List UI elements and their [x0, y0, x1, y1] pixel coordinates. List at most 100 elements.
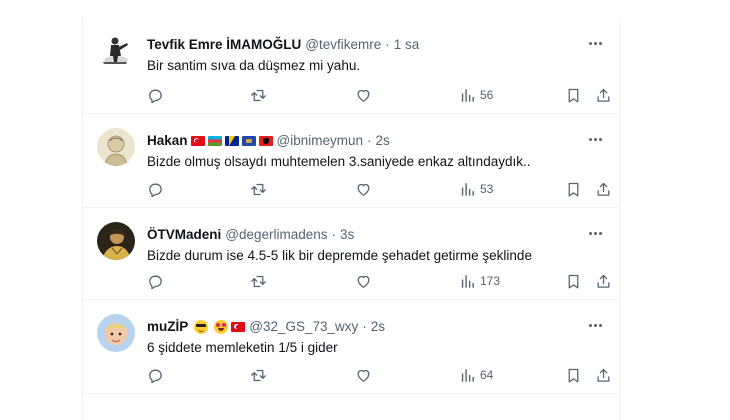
retweet-icon — [251, 183, 266, 195]
reply-button[interactable] — [147, 271, 164, 291]
bookmark-icon — [568, 274, 579, 289]
bookmark-icon — [568, 182, 579, 197]
action-bar: 53 — [143, 179, 612, 199]
flag-badges — [190, 136, 273, 146]
like-button[interactable] — [355, 365, 372, 385]
share-icon — [597, 182, 610, 196]
heart-eyes-emoji-icon — [214, 320, 229, 334]
more-options-icon[interactable] — [585, 226, 605, 240]
timestamp[interactable]: 2s — [371, 318, 385, 336]
tweet-header: ÖTVMadeni @degerlimadens · 3s — [147, 226, 569, 244]
silhouette-avatar-icon — [97, 32, 135, 70]
tweet-text: 6 şiddete memleketin 1/5 i gider — [147, 340, 338, 355]
user-handle[interactable]: @ibnimeymun — [277, 132, 363, 150]
view-count: 56 — [480, 88, 494, 102]
views-chart-icon — [461, 274, 474, 288]
avatar[interactable] — [97, 222, 135, 260]
view-count: 64 — [480, 368, 494, 382]
child-photo-avatar-icon — [97, 314, 135, 352]
reply-icon — [149, 275, 162, 289]
bookmark-icon — [568, 368, 579, 383]
tweet-text: Bir santim sıva da düşmez mi yahu. — [147, 58, 361, 73]
views-button[interactable]: 53 — [459, 179, 493, 199]
views-chart-icon — [461, 88, 474, 102]
action-bar: 64 — [143, 365, 612, 385]
share-button[interactable] — [595, 271, 612, 291]
avatar[interactable] — [97, 314, 135, 352]
tweet[interactable]: Tevfik Emre İMAMOĞLU @tevfikemre · 1 sa … — [83, 18, 619, 114]
timestamp[interactable]: 2s — [376, 132, 390, 150]
bookmark-icon — [568, 88, 579, 103]
display-name[interactable]: ÖTVMadeni — [147, 226, 221, 244]
user-handle[interactable]: @tevfikemre — [305, 36, 381, 54]
share-icon — [597, 274, 610, 288]
reply-button[interactable] — [147, 179, 164, 199]
tweet-header: Hakan @ibnimeymun · 2s — [147, 132, 569, 150]
heart-icon — [357, 369, 370, 382]
like-button[interactable] — [355, 271, 372, 291]
display-name[interactable]: Tevfik Emre İMAMOĞLU — [147, 36, 301, 54]
tweet[interactable]: ÖTVMadeni @degerlimadens · 3s Bizde duru… — [83, 208, 619, 300]
action-bar: 173 — [143, 271, 612, 291]
albania-flag-icon — [258, 136, 273, 146]
tweet-text: Bizde durum ise 4.5-5 lik bir depremde ş… — [147, 248, 532, 263]
reply-button[interactable] — [147, 85, 164, 105]
share-icon — [597, 88, 610, 102]
tweet-header: muZİP @32_GS_73_wxy · 2s — [147, 318, 569, 336]
more-options-icon[interactable] — [585, 36, 605, 50]
kosovo-flag-icon — [241, 136, 256, 146]
tweet-header: Tevfik Emre İMAMOĞLU @tevfikemre · 1 sa — [147, 36, 569, 54]
reply-button[interactable] — [147, 365, 164, 385]
view-count: 53 — [480, 182, 494, 196]
share-button[interactable] — [595, 365, 612, 385]
bookmark-button[interactable] — [565, 85, 582, 105]
share-icon — [597, 368, 610, 382]
avatar[interactable] — [97, 32, 135, 70]
heart-icon — [357, 183, 370, 196]
bosnia-flag-icon — [224, 136, 239, 146]
reply-icon — [149, 369, 162, 383]
bookmark-button[interactable] — [565, 365, 582, 385]
heart-icon — [357, 275, 370, 288]
azerbaijan-flag-icon — [207, 136, 222, 146]
separator: · — [362, 319, 367, 334]
tweet[interactable]: muZİP @32_GS_73_wxy · 2s 6 şiddete memle… — [83, 300, 619, 394]
retweet-button[interactable] — [250, 365, 267, 385]
retweet-icon — [251, 89, 266, 101]
display-name[interactable]: muZİP — [147, 318, 188, 336]
user-handle[interactable]: @32_GS_73_wxy — [249, 318, 358, 336]
portrait-avatar-icon — [97, 222, 135, 260]
views-button[interactable]: 173 — [459, 271, 500, 291]
display-name[interactable]: Hakan — [147, 132, 188, 150]
views-button[interactable]: 64 — [459, 365, 493, 385]
retweet-icon — [251, 275, 266, 287]
share-button[interactable] — [595, 179, 612, 199]
heart-icon — [357, 89, 370, 102]
emoji-badges — [191, 320, 246, 334]
more-options-icon[interactable] — [585, 318, 605, 332]
timestamp[interactable]: 1 sa — [394, 36, 420, 54]
tweet[interactable]: Hakan @ibnimeymun · 2s Bizde olmuş olsay… — [83, 114, 619, 208]
timestamp[interactable]: 3s — [340, 226, 354, 244]
turkey-flag-icon — [190, 136, 205, 146]
reply-icon — [149, 89, 162, 103]
tweet-text: Bizde olmuş olsaydı muhtemelen 3.saniyed… — [147, 154, 531, 169]
separator: · — [367, 133, 372, 148]
user-handle[interactable]: @degerlimadens — [225, 226, 327, 244]
reply-icon — [149, 183, 162, 197]
bookmark-button[interactable] — [565, 179, 582, 199]
retweet-button[interactable] — [250, 271, 267, 291]
like-button[interactable] — [355, 85, 372, 105]
views-button[interactable]: 56 — [459, 85, 493, 105]
retweet-icon — [251, 369, 266, 381]
reply-feed: Tevfik Emre İMAMOĞLU @tevfikemre · 1 sa … — [82, 18, 620, 420]
views-chart-icon — [461, 368, 474, 382]
bookmark-button[interactable] — [565, 271, 582, 291]
more-options-icon[interactable] — [585, 132, 605, 146]
sketch-portrait-avatar-icon — [97, 128, 135, 166]
share-button[interactable] — [595, 85, 612, 105]
retweet-button[interactable] — [250, 85, 267, 105]
avatar[interactable] — [97, 128, 135, 166]
like-button[interactable] — [355, 179, 372, 199]
retweet-button[interactable] — [250, 179, 267, 199]
